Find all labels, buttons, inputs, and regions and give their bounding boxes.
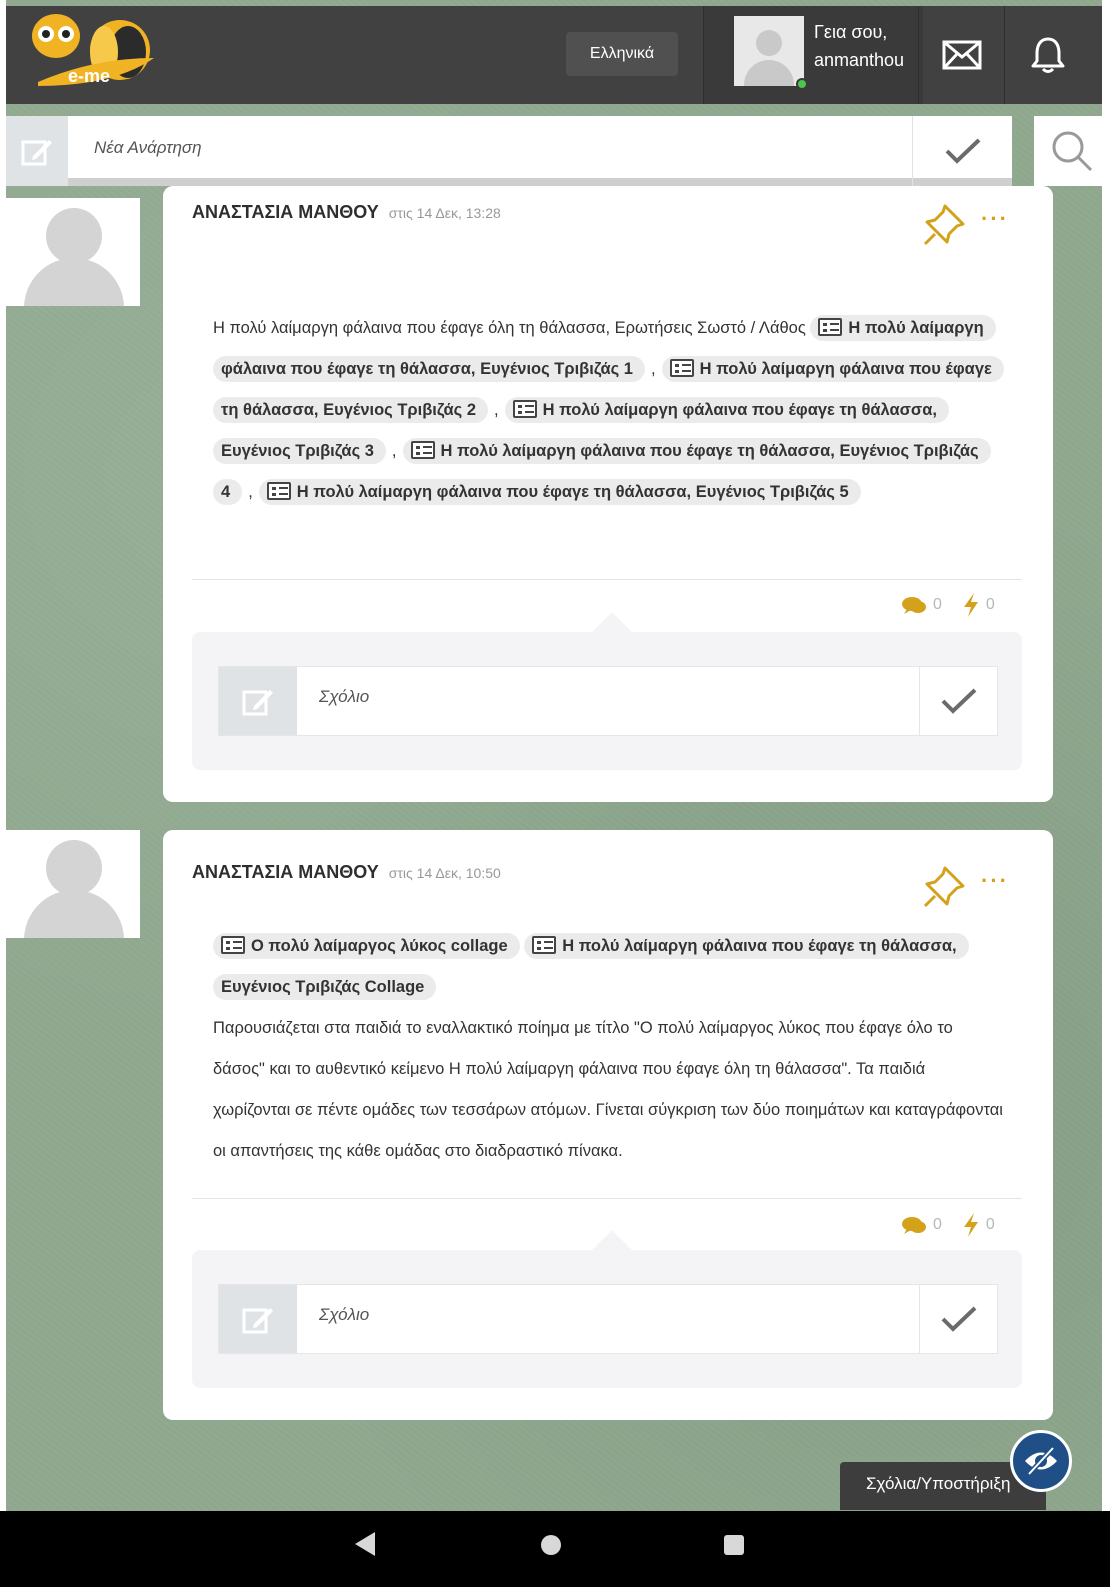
- post-author-name[interactable]: ΑΝΑΣΤΑΣΙΑ ΜΑΝΘΟΥ: [192, 862, 379, 882]
- new-post-bar: Νέα Ανάρτηση: [6, 116, 1012, 186]
- pin-icon[interactable]: [921, 864, 967, 910]
- post-card: ΑΝΑΣΤΑΣΙΑ ΜΑΝΘΟΥ στις 14 Δεκ, 13:28 ··· Η…: [163, 186, 1053, 802]
- post-author-name[interactable]: ΑΝΑΣΤΑΣΙΑ ΜΑΝΘΟΥ: [192, 202, 379, 222]
- list-icon: [410, 441, 435, 459]
- list-icon: [221, 936, 245, 954]
- greeting-text: Γεια σου,: [814, 22, 888, 42]
- recent-apps-icon[interactable]: [724, 1535, 744, 1555]
- separator: ,: [248, 483, 253, 501]
- language-button[interactable]: Ελληνικά: [566, 32, 678, 76]
- post-body-text: Παρουσιάζεται στα παιδιά το εναλλακτικό …: [213, 1019, 1003, 1160]
- bolt-icon: [963, 593, 978, 617]
- comments-count[interactable]: 0: [901, 1215, 942, 1235]
- comment-input[interactable]: Σχόλιο: [319, 1305, 369, 1325]
- right-edge: [1102, 0, 1110, 1530]
- comment-icon: [902, 597, 926, 614]
- eme-logo[interactable]: e-me: [24, 8, 164, 98]
- pin-icon[interactable]: [921, 202, 967, 248]
- post-timestamp: στις 14 Δεκ, 10:50: [388, 865, 501, 881]
- post-stats: 0 0: [901, 1212, 995, 1238]
- check-icon: [945, 138, 980, 164]
- comment-area: Σχόλιο: [192, 612, 1022, 770]
- separator: ,: [494, 401, 499, 419]
- check-icon: [941, 1306, 976, 1332]
- comment-input[interactable]: Σχόλιο: [319, 687, 369, 707]
- list-icon: [818, 318, 843, 336]
- comment-area: Σχόλιο: [192, 1230, 1022, 1388]
- edit-icon: [219, 1285, 297, 1353]
- notifications-button[interactable]: [1004, 6, 1090, 104]
- likes-count[interactable]: 0: [962, 592, 995, 618]
- user-greeting: Γεια σου, anmanthou: [814, 18, 904, 74]
- submit-post-button[interactable]: [912, 116, 1012, 186]
- user-avatar[interactable]: [734, 16, 804, 86]
- attachment-link[interactable]: Η πολύ λαίμαργη φάλαινα που έφαγε τη θάλ…: [258, 479, 861, 505]
- more-icon[interactable]: ···: [981, 868, 1009, 894]
- submit-comment-button[interactable]: [919, 667, 997, 735]
- likes-count[interactable]: 0: [962, 1212, 995, 1238]
- post-timestamp: στις 14 Δεκ, 13:28: [388, 205, 501, 221]
- feedback-button[interactable]: [1010, 1430, 1072, 1492]
- post-author: ΑΝΑΣΤΑΣΙΑ ΜΑΝΘΟΥ στις 14 Δεκ, 13:28: [192, 202, 501, 223]
- search-icon: [1052, 131, 1093, 172]
- search-button[interactable]: [1034, 116, 1110, 186]
- bolt-icon: [963, 1213, 978, 1237]
- separator: ,: [391, 442, 397, 460]
- comment-form: Σχόλιο: [218, 666, 998, 736]
- comment-icon: [902, 1217, 926, 1234]
- online-status-dot: [796, 78, 808, 90]
- submit-comment-button[interactable]: [919, 1285, 997, 1353]
- list-icon: [266, 482, 291, 500]
- attachment-link[interactable]: Ο πολύ λαίμαργος λύκος collage: [213, 933, 520, 959]
- post-card: ΑΝΑΣΤΑΣΙΑ ΜΑΝΘΟΥ στις 14 Δεκ, 10:50 ··· Ο…: [163, 830, 1053, 1420]
- list-icon: [669, 359, 694, 377]
- user-menu[interactable]: Γεια σου, anmanthou: [703, 6, 923, 104]
- post-content: Η πολύ λαίμαργη φάλαινα που έφαγε όλη τη…: [213, 308, 1004, 513]
- post-author-avatar[interactable]: [6, 830, 140, 938]
- eye-off-icon: [1025, 1446, 1057, 1476]
- list-icon: [512, 400, 537, 418]
- back-icon[interactable]: [355, 1532, 375, 1556]
- mail-icon: [942, 40, 981, 70]
- check-icon: [941, 688, 976, 714]
- post-stats: 0 0: [901, 592, 995, 618]
- list-icon: [532, 936, 557, 954]
- comment-form: Σχόλιο: [218, 1284, 998, 1354]
- edit-icon: [6, 116, 68, 186]
- system-nav-bar: [0, 1511, 1110, 1587]
- messages-button[interactable]: [918, 6, 1004, 104]
- post-divider: [192, 579, 1022, 580]
- more-icon[interactable]: ···: [981, 206, 1009, 232]
- edit-icon: [219, 667, 297, 735]
- svg-text:e-me: e-me: [68, 66, 110, 86]
- username: anmanthou: [814, 50, 905, 70]
- home-icon[interactable]: [541, 1535, 561, 1555]
- comments-count[interactable]: 0: [901, 595, 942, 615]
- post-author: ΑΝΑΣΤΑΣΙΑ ΜΑΝΘΟΥ στις 14 Δεκ, 10:50: [192, 862, 501, 883]
- top-bar: e-me Ελληνικά Γεια σου, anmanthou: [6, 6, 1102, 104]
- post-divider: [192, 1198, 1022, 1199]
- post-content: Ο πολύ λαίμαργος λύκος collage Η πολύ λα…: [213, 926, 1003, 1172]
- bell-icon: [1031, 37, 1064, 73]
- post-author-avatar[interactable]: [6, 198, 140, 306]
- separator: ,: [650, 360, 656, 378]
- new-post-input[interactable]: Νέα Ανάρτηση: [94, 138, 202, 158]
- post-intro-text: Η πολύ λαίμαργη φάλαινα που έφαγε όλη τη…: [213, 319, 806, 337]
